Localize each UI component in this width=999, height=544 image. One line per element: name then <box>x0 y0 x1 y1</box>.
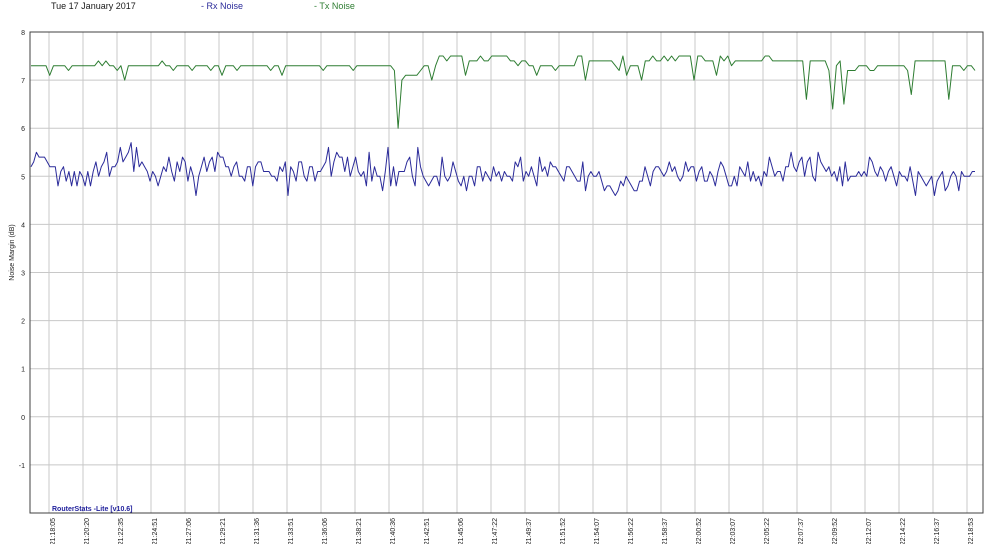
x-tick-time: 21:42:51 <box>424 518 431 544</box>
x-tick-label: 17-Jan21:29:21 <box>212 518 227 544</box>
x-tick-label: 17-Jan22:05:22 <box>756 518 771 544</box>
x-tick-time: 21:22:35 <box>118 518 125 544</box>
x-tick-time: 21:29:21 <box>220 518 227 544</box>
noise-margin-chart: 8 7 6 5 4 3 2 1 0 -1 Noise Margin (dB) 17-Jan21:1… <box>9 30 984 544</box>
x-tick-time: 22:16:37 <box>934 518 941 544</box>
x-tick-time: 21:56:22 <box>628 518 635 544</box>
tx-noise-line <box>31 55 976 129</box>
y-axis-ticks: 8 7 6 5 4 3 2 1 0 -1 <box>19 30 25 470</box>
y-tick-label: 0 <box>21 415 25 422</box>
x-tick-time: 22:14:22 <box>900 518 907 544</box>
x-tick-label: 17-Jan22:16:37 <box>926 518 941 544</box>
y-tick-label: 2 <box>21 319 25 326</box>
x-tick-label: 17-Jan21:40:36 <box>382 518 397 544</box>
grid-lines <box>30 31 983 513</box>
x-tick-time: 22:00:52 <box>696 518 703 544</box>
x-tick-time: 21:24:51 <box>152 518 159 544</box>
y-tick-label: 5 <box>21 174 25 181</box>
x-tick-time: 21:33:51 <box>288 518 295 544</box>
x-tick-time: 21:45:06 <box>458 518 465 544</box>
x-tick-time: 21:54:07 <box>594 518 601 544</box>
x-tick-label: 17-Jan21:56:22 <box>620 518 635 544</box>
x-tick-label: 17-Jan21:18:05 <box>42 518 57 544</box>
x-tick-label: 17-Jan21:38:21 <box>348 518 363 544</box>
x-tick-time: 21:58:37 <box>662 518 669 544</box>
rx-noise-line <box>30 142 975 196</box>
x-tick-label: 17-Jan22:09:52 <box>824 518 839 544</box>
x-tick-time: 21:27:06 <box>186 518 193 544</box>
x-tick-label: 17-Jan21:45:06 <box>450 518 465 544</box>
y-tick-label: 1 <box>21 367 25 374</box>
x-tick-label: 17-Jan21:47:22 <box>484 518 499 544</box>
y-tick-label: -1 <box>19 463 25 470</box>
x-tick-label: 17-Jan21:20:20 <box>76 518 91 544</box>
x-tick-label: 17-Jan21:58:37 <box>654 518 669 544</box>
x-tick-time: 21:20:20 <box>84 518 91 544</box>
x-axis-ticks: 17-Jan21:18:05 17-Jan21:20:20 17-Jan21:22:… <box>42 518 975 544</box>
app-version-label: RouterStats -Lite [v10.6] <box>52 506 133 513</box>
x-tick-label: 17-Jan21:36:06 <box>314 518 329 544</box>
x-tick-time: 21:49:37 <box>526 518 533 544</box>
x-tick-label: 17-Jan21:27:06 <box>178 518 193 544</box>
x-tick-label: 17-Jan22:03:07 <box>722 518 737 544</box>
x-tick-label: 17-Jan22:12:07 <box>858 518 873 544</box>
x-tick-time: 22:09:52 <box>832 518 839 544</box>
x-tick-time: 21:40:36 <box>390 518 397 544</box>
x-tick-label: 17-Jan21:22:35 <box>110 518 125 544</box>
y-tick-label: 4 <box>21 222 25 229</box>
y-axis-label: Noise Margin (dB) <box>9 224 16 280</box>
x-tick-time: 22:07:37 <box>798 518 805 544</box>
x-tick-label: 17-Jan21:24:51 <box>144 518 159 544</box>
y-tick-label: 7 <box>21 78 25 85</box>
x-tick-time: 21:18:05 <box>50 518 57 544</box>
y-tick-label: 3 <box>21 271 25 278</box>
x-tick-time: 22:05:22 <box>764 518 771 544</box>
x-tick-label: 17-Jan21:33:51 <box>280 518 295 544</box>
x-tick-time: 21:36:06 <box>322 518 329 544</box>
x-tick-label: 17-Jan21:51:52 <box>552 518 567 544</box>
x-tick-time: 21:51:52 <box>560 518 567 544</box>
x-tick-label: 17-Jan21:42:51 <box>416 518 431 544</box>
x-tick-label: 17-Jan22:14:22 <box>892 518 907 544</box>
x-tick-time: 21:47:22 <box>492 518 499 544</box>
x-tick-time: 22:03:07 <box>730 518 737 544</box>
x-tick-time: 21:38:21 <box>356 518 363 544</box>
series-lines <box>30 55 976 196</box>
x-tick-label: 17-Jan22:07:37 <box>790 518 805 544</box>
x-tick-time: 21:31:36 <box>254 518 261 544</box>
y-tick-label: 6 <box>21 126 25 133</box>
x-tick-label: 17-Jan21:54:07 <box>586 518 601 544</box>
x-tick-label: 17-Jan21:49:37 <box>518 518 533 544</box>
y-tick-label: 8 <box>21 30 25 37</box>
x-tick-label: 17-Jan22:18:53 <box>960 518 975 544</box>
x-tick-label: 17-Jan21:31:36 <box>246 518 261 544</box>
x-tick-time: 22:18:53 <box>968 518 975 544</box>
x-tick-time: 22:12:07 <box>866 518 873 544</box>
x-tick-label: 17-Jan22:00:52 <box>688 518 703 544</box>
